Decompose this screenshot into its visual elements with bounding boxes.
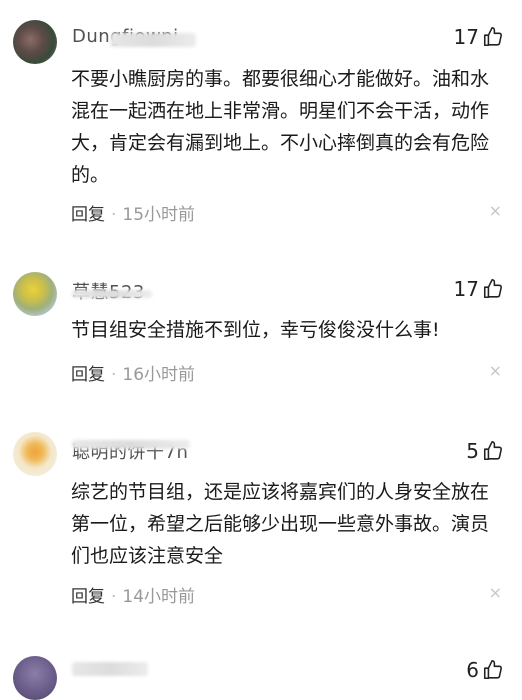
- username-blur: [72, 662, 148, 676]
- comment-text: 不要小瞧厨房的事。都要很细心才能做好。油和水混在一起洒在地上非常滑。明星们不会干…: [71, 68, 490, 186]
- avatar[interactable]: [13, 656, 57, 700]
- timestamp: 15小时前: [122, 205, 196, 225]
- comment-meta: 回复 · 14小时前: [71, 582, 195, 607]
- separator: ·: [111, 205, 117, 225]
- avatar[interactable]: [13, 432, 57, 476]
- like-count: 5: [466, 439, 479, 463]
- avatar[interactable]: [13, 20, 57, 64]
- comment-item: 草慧523 17 节目组安全措施不到位，幸亏俊俊没什么事! 回复·16小时前 ×: [0, 240, 522, 420]
- like-button[interactable]: 17: [454, 277, 504, 301]
- like-count: 6: [466, 658, 479, 682]
- comment-meta: 回复 · 16小时前: [71, 360, 195, 385]
- reply-button[interactable]: 回复: [71, 205, 105, 225]
- like-button[interactable]: 5: [466, 439, 504, 463]
- username-blur: [72, 290, 152, 298]
- reply-button[interactable]: 回复: [71, 365, 105, 385]
- username-blur: [72, 440, 190, 449]
- comment-item: Dungfiowni 17 不要小瞧厨房的事。都要很细心才能做好。油和水混在一起…: [0, 0, 522, 240]
- like-count: 17: [453, 277, 479, 301]
- comment-item: 6: [0, 640, 522, 700]
- thumbs-up-icon: [483, 279, 502, 299]
- comment-meta: 回复 · 15小时前: [71, 200, 195, 225]
- like-count: 17: [453, 25, 479, 49]
- like-button[interactable]: 17: [454, 25, 504, 49]
- like-button[interactable]: 6: [466, 658, 504, 682]
- timestamp: 14小时前: [122, 587, 196, 607]
- timestamp: 16小时前: [122, 365, 196, 385]
- thumbs-up-icon: [483, 441, 502, 461]
- avatar[interactable]: [13, 272, 57, 316]
- close-icon[interactable]: ×: [489, 361, 502, 380]
- comment-text: 节目组安全措施不到位，幸亏俊俊没什么事!: [71, 319, 440, 341]
- close-icon[interactable]: ×: [489, 583, 502, 602]
- separator: ·: [111, 587, 117, 607]
- comment-text: 综艺的节目组，还是应该将嘉宾们的人身安全放在第一位，希望之后能够少出现一些意外事…: [71, 481, 490, 567]
- thumbs-up-icon: [483, 27, 502, 47]
- comment-item: 聪明的饼干7n 5 综艺的节目组，还是应该将嘉宾们的人身安全放在第一位，希望之后…: [0, 420, 522, 640]
- thumbs-up-icon: [483, 660, 502, 680]
- close-icon[interactable]: ×: [489, 201, 502, 220]
- reply-button[interactable]: 回复: [71, 587, 105, 607]
- separator: ·: [111, 365, 117, 385]
- username-blur: [110, 33, 196, 47]
